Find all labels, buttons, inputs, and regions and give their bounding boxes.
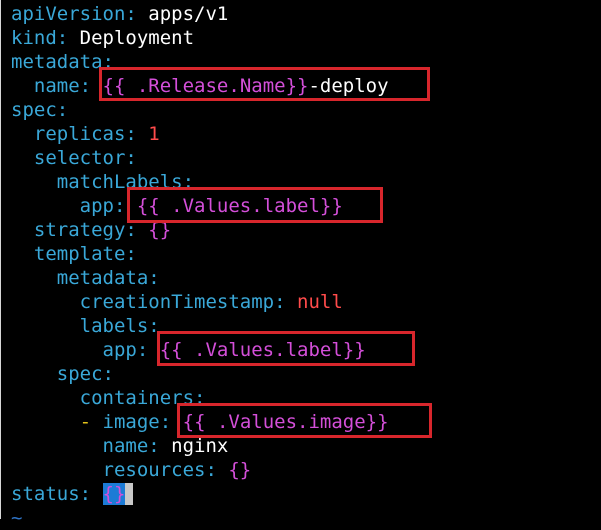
cursor-selection: {} [102,483,126,505]
yaml-key: metadata [11,51,103,73]
code-line: metadata: [11,266,389,290]
code-line: creationTimestamp: null [11,290,389,314]
code-line: containers: [11,386,389,410]
empty-map: {} [148,219,172,241]
key-separator: : [79,483,103,505]
yaml-key: kind [11,27,57,49]
key-separator: : [125,3,149,25]
code-line: app: {{ .Values.label}} [11,338,389,362]
template-expression: {{ .Values.label}} [159,339,366,361]
template-expression: {{ .Release.Name}} [102,75,309,97]
key-separator: : [148,315,160,337]
yaml-key: spec [11,99,57,121]
yaml-key: resources [102,459,206,481]
key-separator: : [136,339,160,361]
yaml-key: metadata [56,267,149,289]
key-separator: : [125,219,149,241]
key-separator: : [125,243,137,265]
yaml-key: image [102,411,160,433]
code-line: kind: Deployment [11,26,389,50]
code-line: - image: {{ .Values.image}} [11,410,389,434]
code-line: labels: [11,314,389,338]
code-line: matchLabels: [11,170,389,194]
yaml-key: apiVersion [11,3,126,25]
code-line: metadata: [11,50,389,74]
yaml-value: nginx [171,435,229,457]
key-separator: : [205,459,229,481]
key-separator: : [274,291,297,313]
code-line: app: {{ .Values.label}} [11,194,389,218]
yaml-key: spec [56,363,103,385]
null-value: null [297,291,343,313]
yaml-key: name [33,75,80,97]
key-separator: : [102,51,114,73]
key-separator: : [159,411,183,433]
key-separator: : [113,195,137,217]
empty-line-marker: ~ [11,507,23,529]
code-line: name: {{ .Release.Name}}-deploy [11,74,389,98]
code-line: ~ [11,506,389,530]
yaml-key: name [102,435,149,457]
yaml-value: Deployment [79,27,195,49]
yaml-key: creationTimestamp [79,291,275,313]
code-line: selector: [11,146,389,170]
yaml-key: replicas [33,123,126,145]
yaml-editor[interactable]: apiVersion: apps/v1 kind: Deployment metad… [0,0,601,529]
key-separator: : [125,147,137,169]
key-separator: : [125,123,149,145]
yaml-key: matchLabels [56,171,183,193]
code-line: strategy: {} [11,218,389,242]
number-value: 1 [148,123,160,145]
empty-map: {} [228,459,252,481]
code-line: apiVersion: apps/v1 [11,2,389,26]
yaml-key: app [102,339,137,361]
code-line: name: nginx [11,434,389,458]
code-lines: apiVersion: apps/v1 kind: Deployment metad… [11,2,389,530]
code-line: replicas: 1 [11,122,389,146]
yaml-key: containers [79,387,195,409]
yaml-value: apps/v1 [148,3,229,25]
key-separator: : [148,435,172,457]
yaml-key: status [11,483,80,505]
key-separator: : [56,27,80,49]
list-dash: - [79,411,103,433]
code-line: spec: [11,362,389,386]
yaml-key: labels [79,315,149,337]
key-separator: : [148,267,160,289]
template-expression: {{ .Values.image}} [182,411,389,433]
code-line: resources: {} [11,458,389,482]
yaml-key: template [33,243,126,265]
code-line: status: {} [11,482,389,506]
yaml-key: selector [33,147,126,169]
template-expression: {{ .Values.label}} [136,195,343,217]
key-separator: : [182,171,195,193]
value-suffix: -deploy [308,75,389,97]
key-separator: : [102,363,114,385]
code-line: template: [11,242,389,266]
yaml-key: strategy [33,219,126,241]
code-line: spec: [11,98,389,122]
key-separator: : [194,387,206,409]
key-separator: : [79,75,103,97]
key-separator: : [56,99,69,121]
yaml-key: app [79,195,114,217]
